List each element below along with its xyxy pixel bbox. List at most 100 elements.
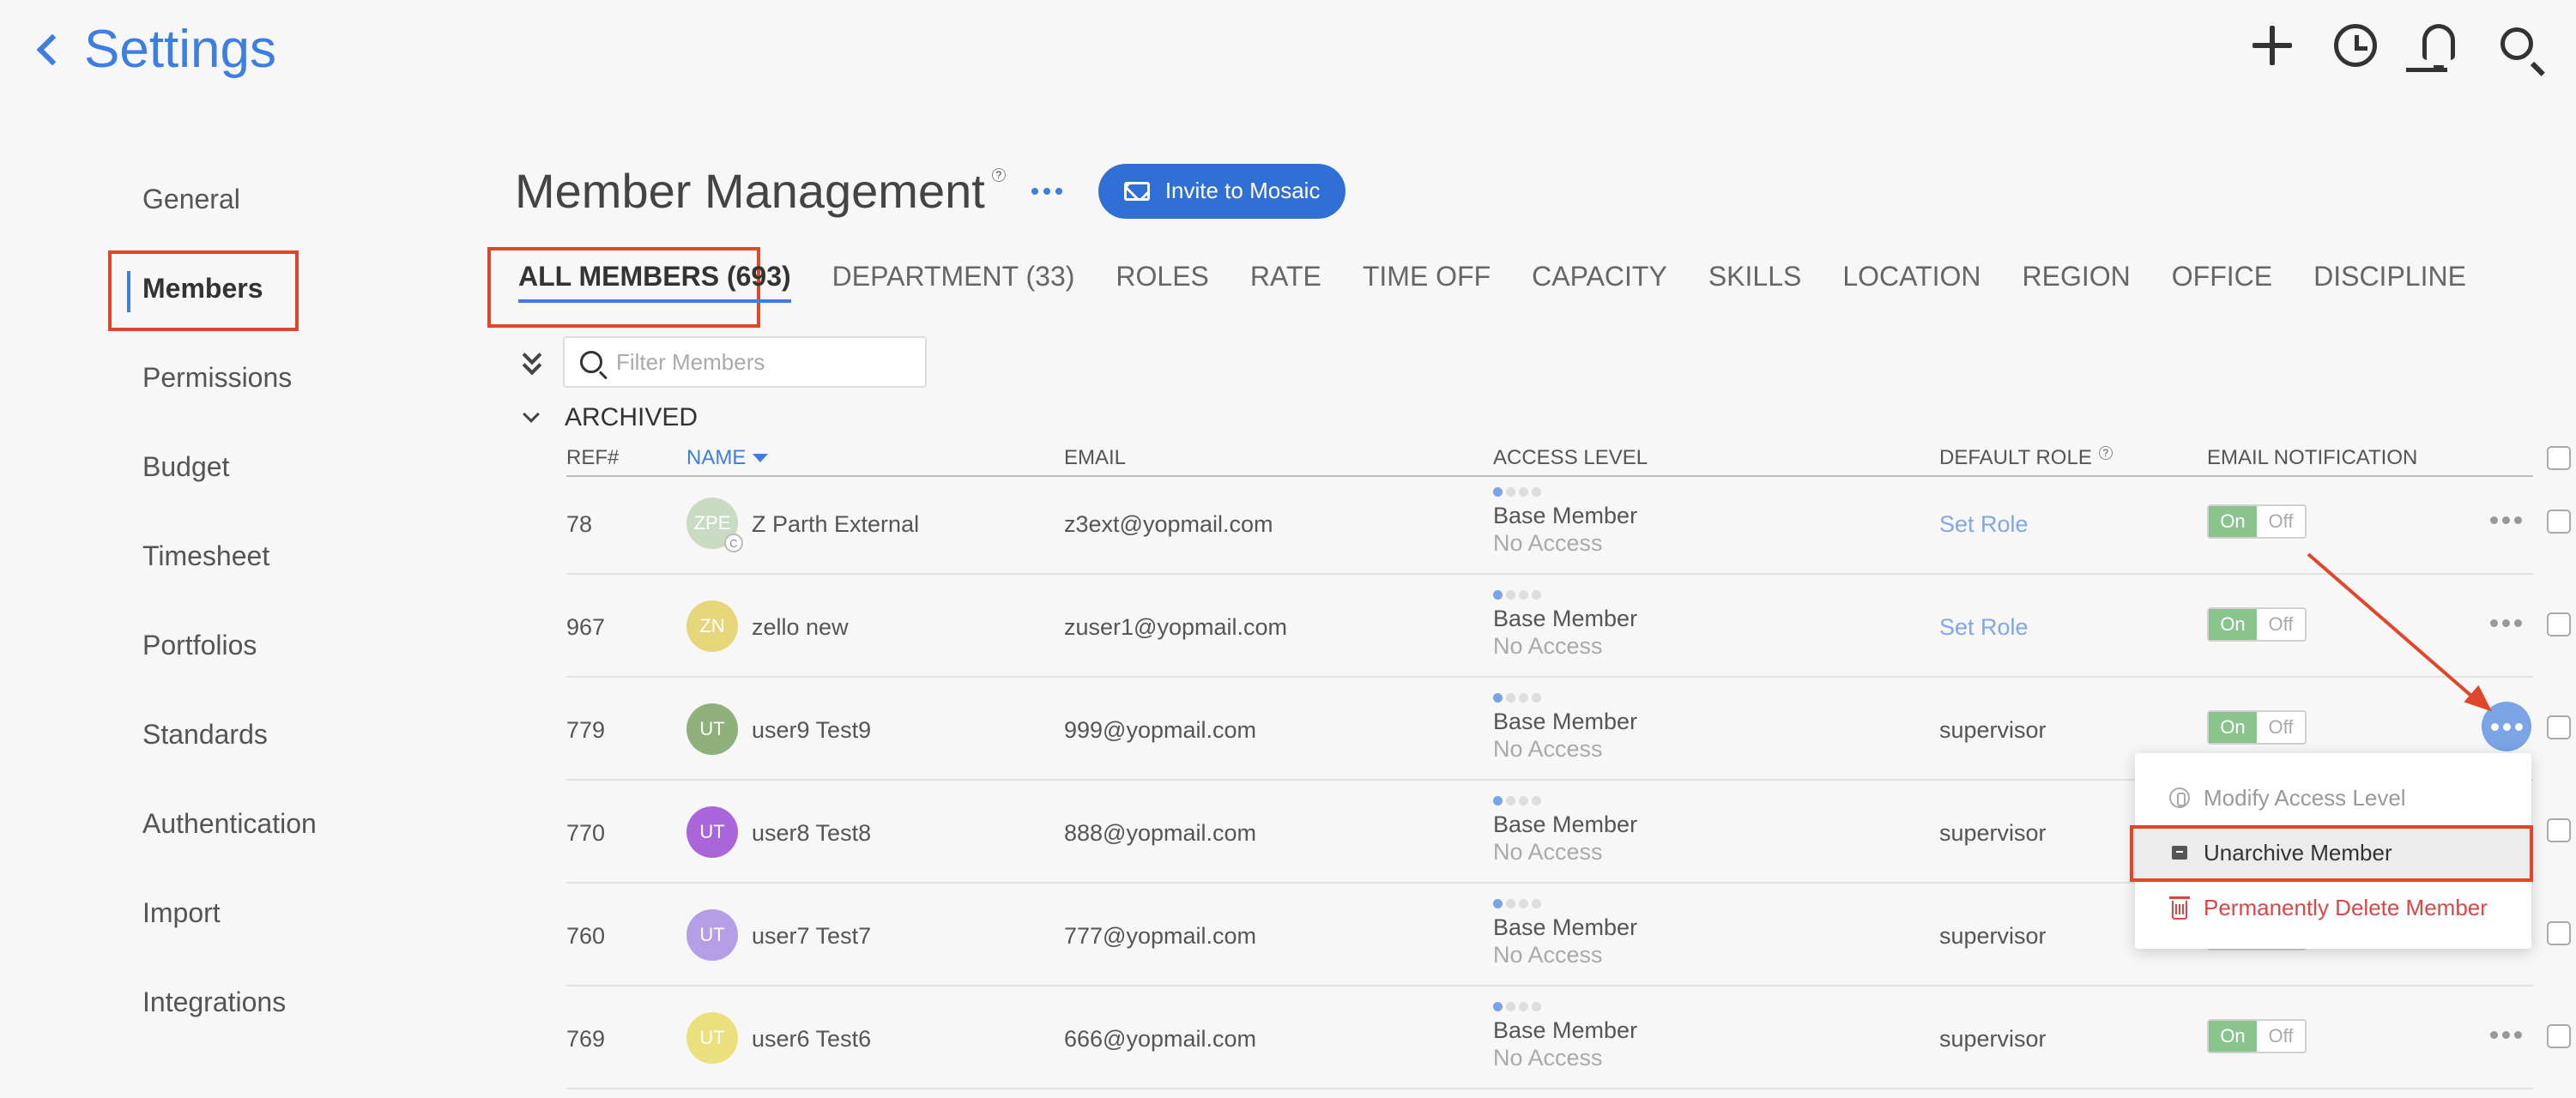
ref-number: 769 — [566, 1026, 606, 1052]
highlight-box — [108, 250, 299, 331]
toggle-off[interactable]: Off — [2257, 506, 2305, 537]
sidebar-item-permissions[interactable]: Permissions — [112, 333, 455, 422]
avatar-initials: ZPE — [693, 512, 731, 534]
column-default-role: DEFAULT ROLE? — [1939, 446, 2113, 470]
toggle-on[interactable]: On — [2209, 1021, 2257, 1052]
member-email: z3ext@yopmail.com — [1064, 511, 1273, 537]
row-more-icon[interactable] — [2490, 1031, 2522, 1039]
sidebar-item-integrations[interactable]: Integrations — [112, 957, 455, 1047]
filter-members-input[interactable] — [616, 348, 899, 376]
email-notification-toggle[interactable]: OnOff — [2207, 607, 2307, 642]
sidebar-item-authentication[interactable]: Authentication — [112, 779, 455, 868]
member-name[interactable]: zello new — [752, 614, 849, 641]
tab-location[interactable]: LOCATION — [1842, 261, 1980, 298]
default-role: supervisor — [1939, 820, 2047, 846]
row-checkbox[interactable] — [2547, 1024, 2571, 1048]
access-level-primary: Base Member — [1493, 606, 1638, 631]
member-name[interactable]: user7 Test7 — [752, 923, 871, 950]
tab-all-members[interactable]: ALL MEMBERS (693) — [518, 261, 791, 303]
row-more-icon[interactable] — [2490, 516, 2522, 524]
column-default-role-label: DEFAULT ROLE — [1939, 446, 2092, 469]
menu-item-modify-access-level[interactable]: Modify Access Level — [2135, 770, 2531, 825]
menu-item-permanently-delete-member[interactable]: Permanently Delete Member — [2135, 880, 2531, 935]
archived-section-header: ARCHIVED — [522, 403, 698, 432]
access-level-secondary: No Access — [1493, 736, 1603, 762]
row-checkbox[interactable] — [2547, 818, 2571, 842]
table-row: 78 ZPE C Z Parth External z3ext@yopmail.com B… — [566, 472, 2571, 575]
select-all-checkbox[interactable] — [2547, 446, 2571, 470]
default-role[interactable]: Set Role — [1939, 614, 2029, 641]
toggle-off[interactable]: Off — [2257, 1021, 2305, 1052]
tab-department[interactable]: DEPARTMENT (33) — [832, 261, 1075, 298]
chevron-left-icon[interactable] — [36, 33, 69, 65]
email-notification-toggle[interactable]: OnOff — [2207, 504, 2307, 539]
tab-capacity[interactable]: CAPACITY — [1532, 261, 1667, 298]
sidebar-item-general[interactable]: General — [112, 154, 455, 244]
row-checkbox[interactable] — [2547, 510, 2571, 534]
default-role[interactable]: Set Role — [1939, 511, 2029, 538]
collapse-all-icon[interactable] — [520, 345, 544, 379]
access-level[interactable]: Base Member No Access — [1493, 487, 1637, 557]
access-level-primary: Base Member — [1493, 709, 1638, 734]
avatar: UT — [686, 806, 738, 858]
email-notification-toggle[interactable]: OnOff — [2207, 710, 2307, 745]
avatar-initials: UT — [699, 718, 725, 739]
access-level-dots — [1493, 1002, 1637, 1011]
bell-icon-button[interactable] — [2415, 21, 2463, 72]
tab-skills[interactable]: SKILLS — [1708, 261, 1802, 298]
plus-icon[interactable] — [2248, 21, 2296, 72]
access-level[interactable]: Base Member No Access — [1493, 796, 1637, 866]
sidebar-item-budget[interactable]: Budget — [112, 422, 455, 511]
sidebar-item-standards[interactable]: Standards — [112, 690, 455, 779]
menu-item-label: Permanently Delete Member — [2204, 894, 2488, 920]
sidebar-item-import[interactable]: Import — [112, 868, 455, 957]
member-name[interactable]: Z Parth External — [752, 511, 919, 538]
help-icon[interactable]: ? — [991, 167, 1006, 182]
sidebar-item-label: Portfolios — [142, 629, 257, 661]
row-checkbox[interactable] — [2547, 921, 2571, 945]
sidebar-item-portfolios[interactable]: Portfolios — [112, 600, 455, 690]
column-email-notification: EMAIL NOTIFICATION — [2207, 446, 2418, 469]
access-level[interactable]: Base Member No Access — [1493, 590, 1637, 660]
back-to-settings[interactable]: Settings — [29, 19, 276, 80]
sidebar-item-label: Timesheet — [142, 540, 270, 571]
invite-button[interactable]: Invite to Mosaic — [1098, 163, 1346, 219]
row-checkbox[interactable] — [2547, 715, 2571, 739]
row-more-icon[interactable] — [2490, 619, 2522, 627]
more-options-icon[interactable] — [1031, 187, 1062, 195]
sidebar-item-label: Import — [142, 896, 221, 928]
search-icon[interactable] — [2500, 27, 2533, 60]
tab-office[interactable]: OFFICE — [2172, 261, 2272, 298]
toggle-off[interactable]: Off — [2257, 712, 2305, 743]
toggle-on[interactable]: On — [2209, 712, 2257, 743]
toggle-on[interactable]: On — [2209, 506, 2257, 537]
member-name[interactable]: user6 Test6 — [752, 1026, 871, 1053]
top-bar: Settings — [0, 0, 2576, 94]
row-checkbox[interactable] — [2547, 612, 2571, 636]
chevron-down-icon[interactable] — [523, 406, 540, 423]
access-level-secondary: No Access — [1493, 1045, 1603, 1071]
filter-members-field[interactable] — [563, 336, 927, 388]
ref-number: 779 — [566, 717, 606, 743]
toggle-on[interactable]: On — [2209, 609, 2257, 640]
column-name[interactable]: NAME — [686, 446, 769, 470]
toggle-off[interactable]: Off — [2257, 609, 2305, 640]
email-notification-toggle[interactable]: OnOff — [2207, 1019, 2307, 1053]
tab-discipline[interactable]: DISCIPLINE — [2313, 261, 2466, 298]
access-level[interactable]: Base Member No Access — [1493, 693, 1637, 763]
sidebar-item-members[interactable]: Members — [108, 244, 455, 333]
help-icon[interactable]: ? — [2098, 446, 2113, 460]
tab-time-off[interactable]: TIME OFF — [1363, 261, 1491, 298]
access-level[interactable]: Base Member No Access — [1493, 1002, 1637, 1071]
access-level[interactable]: Base Member No Access — [1493, 899, 1637, 968]
clock-icon[interactable] — [2334, 24, 2377, 67]
sidebar-item-timesheet[interactable]: Timesheet — [112, 511, 455, 600]
member-name[interactable]: user8 Test8 — [752, 820, 871, 847]
access-level-primary: Base Member — [1493, 503, 1638, 528]
bell-icon[interactable] — [2422, 24, 2455, 60]
member-name[interactable]: user9 Test9 — [752, 717, 871, 744]
tab-roles[interactable]: ROLES — [1116, 261, 1208, 298]
tab-region[interactable]: REGION — [2023, 261, 2131, 298]
invite-button-label: Invite to Mosaic — [1164, 178, 1321, 203]
tab-rate[interactable]: RATE — [1250, 261, 1321, 298]
